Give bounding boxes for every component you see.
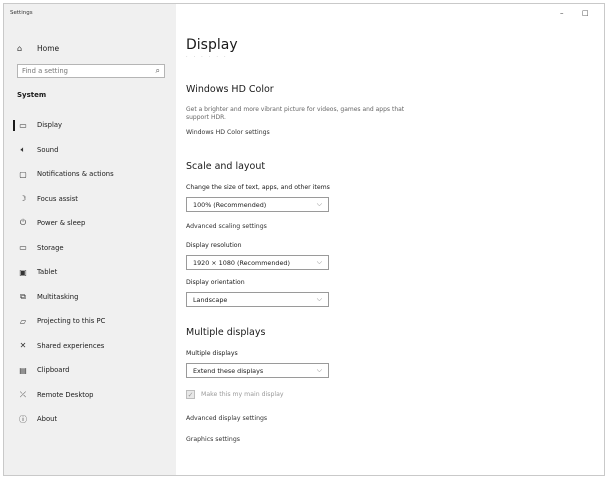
speaker-icon: 🔈︎ — [20, 144, 26, 154]
sidebar-item-about[interactable]: ⓘ About — [4, 407, 176, 432]
chevron-down-icon: ⌵ — [316, 366, 322, 374]
sidebar-item-label: Power & sleep — [37, 219, 86, 228]
sidebar-item-sound[interactable]: 🔈︎ Sound — [4, 138, 176, 163]
section-label-system: System — [17, 91, 47, 99]
sidebar-nav: ▭ Display 🔈︎ Sound ▢ Notifications & act… — [4, 113, 176, 432]
page-title: Display — [186, 37, 238, 53]
multiple-displays-dropdown-value: Extend these displays — [193, 366, 264, 375]
graphics-settings-link[interactable]: Graphics settings — [186, 436, 240, 443]
sidebar-item-label: Sound — [37, 145, 59, 154]
shared-icon: ✕ — [19, 341, 27, 351]
sidebar-item-label: Clipboard — [37, 366, 70, 375]
multiple-displays-heading: Multiple displays — [186, 327, 266, 338]
active-indicator — [13, 120, 15, 131]
sidebar-item-storage[interactable]: ▭ Storage — [4, 236, 176, 261]
orientation-label: Display orientation — [186, 279, 245, 286]
search-input[interactable]: Find a setting ⌕ — [17, 64, 165, 78]
sidebar-home-label: Home — [37, 44, 60, 53]
hd-color-description: Get a brighter and more vibrant picture … — [186, 106, 405, 121]
sidebar-item-label: Display — [37, 121, 63, 130]
sidebar: Settings ⌂ Home Find a setting ⌕ System … — [4, 4, 176, 475]
monitor-icon: ▭ — [19, 120, 27, 130]
chevron-down-icon: ⌵ — [316, 295, 322, 303]
resolution-label: Display resolution — [186, 242, 242, 249]
sidebar-home[interactable]: ⌂ Home — [17, 44, 59, 53]
scale-dropdown-value: 100% (Recommended) — [193, 200, 267, 209]
sidebar-item-label: Projecting to this PC — [37, 317, 106, 326]
projector-icon: ▱ — [19, 316, 27, 326]
main-display-checkbox[interactable]: ✓ — [186, 390, 195, 399]
scale-dropdown[interactable]: 100% (Recommended) ⌵ — [186, 197, 329, 212]
moon-icon: ☽ — [19, 194, 27, 204]
sidebar-item-label: Focus assist — [37, 194, 78, 203]
search-icon[interactable]: ⌕ — [156, 66, 160, 76]
sidebar-item-display[interactable]: ▭ Display — [4, 113, 176, 138]
hd-color-settings-link[interactable]: Windows HD Color settings — [186, 129, 270, 136]
main-display-checkbox-label: Make this my main display — [201, 391, 284, 398]
title-underline-decoration: ······ — [186, 54, 232, 60]
sidebar-item-projecting[interactable]: ▱ Projecting to this PC — [4, 309, 176, 334]
resolution-dropdown[interactable]: 1920 × 1080 (Recommended) ⌵ — [186, 255, 329, 270]
sidebar-item-clipboard[interactable]: ▤ Clipboard — [4, 358, 176, 383]
orientation-dropdown[interactable]: Landscape ⌵ — [186, 292, 329, 307]
scale-layout-heading: Scale and layout — [186, 161, 266, 172]
power-icon: ⏻ — [19, 218, 27, 228]
chevron-down-icon: ⌵ — [316, 258, 322, 266]
info-icon: ⓘ — [19, 414, 27, 424]
resolution-dropdown-value: 1920 × 1080 (Recommended) — [193, 258, 290, 267]
sidebar-item-label: Storage — [37, 243, 64, 252]
search-placeholder: Find a setting — [22, 67, 68, 75]
sidebar-item-notifications[interactable]: ▢ Notifications & actions — [4, 162, 176, 187]
storage-icon: ▭ — [19, 243, 27, 253]
main-display-checkbox-row: ✓ Make this my main display — [186, 390, 284, 399]
multiple-displays-dropdown[interactable]: Extend these displays ⌵ — [186, 363, 329, 378]
advanced-scaling-link[interactable]: Advanced scaling settings — [186, 223, 267, 230]
multiple-displays-label: Multiple displays — [186, 350, 238, 357]
size-label: Change the size of text, apps, and other… — [186, 184, 330, 191]
sidebar-item-label: About — [37, 415, 58, 424]
hd-color-heading: Windows HD Color — [186, 84, 274, 95]
sidebar-item-focus-assist[interactable]: ☽ Focus assist — [4, 187, 176, 212]
sidebar-item-multitasking[interactable]: ⧉ Multitasking — [4, 285, 176, 310]
home-icon: ⌂ — [17, 44, 23, 53]
sidebar-item-label: Remote Desktop — [37, 390, 94, 399]
sidebar-item-tablet[interactable]: ▣ Tablet — [4, 260, 176, 285]
sidebar-item-power-sleep[interactable]: ⏻ Power & sleep — [4, 211, 176, 236]
sidebar-item-label: Multitasking — [37, 292, 79, 301]
sidebar-item-label: Tablet — [37, 268, 58, 277]
multitasking-icon: ⧉ — [20, 291, 26, 301]
sidebar-item-label: Shared experiences — [37, 341, 105, 350]
sidebar-item-remote-desktop[interactable]: ⤫ Remote Desktop — [4, 383, 176, 408]
sidebar-item-label: Notifications & actions — [37, 170, 114, 179]
clipboard-icon: ▤ — [19, 365, 27, 375]
sidebar-item-shared-experiences[interactable]: ✕ Shared experiences — [4, 334, 176, 359]
advanced-display-settings-link[interactable]: Advanced display settings — [186, 415, 267, 422]
notification-icon: ▢ — [19, 169, 27, 179]
window-title: Settings — [10, 10, 33, 16]
tablet-icon: ▣ — [19, 267, 27, 277]
chevron-down-icon: ⌵ — [316, 200, 322, 208]
main-content: Display ······ Windows HD Color Get a br… — [186, 4, 596, 475]
settings-window: – □ Settings ⌂ Home Find a setting ⌕ Sys… — [3, 3, 605, 476]
orientation-dropdown-value: Landscape — [193, 295, 228, 304]
remote-desktop-icon: ⤫ — [19, 389, 27, 399]
